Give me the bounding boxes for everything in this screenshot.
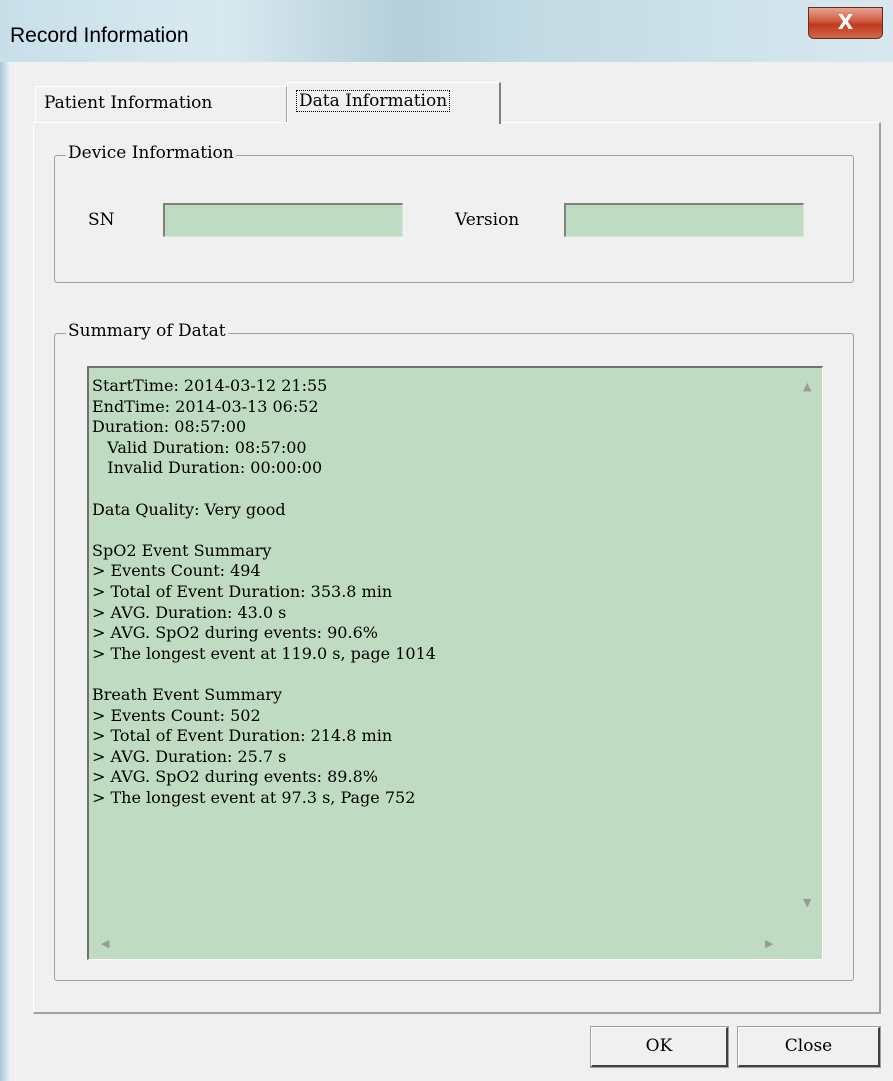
vertical-scrollbar[interactable]: ▲ ▼ — [794, 368, 822, 928]
scrollbar-corner — [794, 929, 822, 959]
close-button[interactable]: Close — [737, 1026, 881, 1068]
summary-of-data-label: Summary of Datat — [66, 321, 228, 341]
window-title: Record Information — [10, 24, 189, 47]
tab-label: Patient Information — [44, 93, 213, 113]
device-information-label: Device Information — [66, 143, 236, 163]
scroll-down-arrow-icon[interactable]: ▼ — [803, 896, 811, 909]
ok-button[interactable]: OK — [590, 1026, 729, 1068]
summary-text: StartTime: 2014-03-12 21:55 EndTime: 201… — [92, 376, 436, 807]
tab-patient-information[interactable]: Patient Information — [35, 86, 287, 122]
version-field[interactable] — [564, 203, 804, 237]
sn-label: SN — [88, 210, 115, 230]
title-bar[interactable]: Record Information X — [0, 0, 893, 62]
tab-label: Data Information — [296, 90, 451, 112]
tab-data-information[interactable]: Data Information — [287, 82, 501, 124]
scroll-up-arrow-icon[interactable]: ▲ — [803, 380, 811, 393]
horizontal-scrollbar[interactable]: ◀ ▶ — [89, 929, 795, 959]
window-frame-left — [0, 0, 10, 1081]
summary-text-area[interactable]: StartTime: 2014-03-12 21:55 EndTime: 201… — [87, 366, 823, 960]
sn-field[interactable] — [163, 203, 403, 237]
version-label: Version — [455, 210, 520, 230]
scroll-left-arrow-icon[interactable]: ◀ — [101, 937, 109, 950]
scroll-right-arrow-icon[interactable]: ▶ — [765, 937, 773, 950]
window-close-button[interactable]: X — [808, 7, 883, 39]
